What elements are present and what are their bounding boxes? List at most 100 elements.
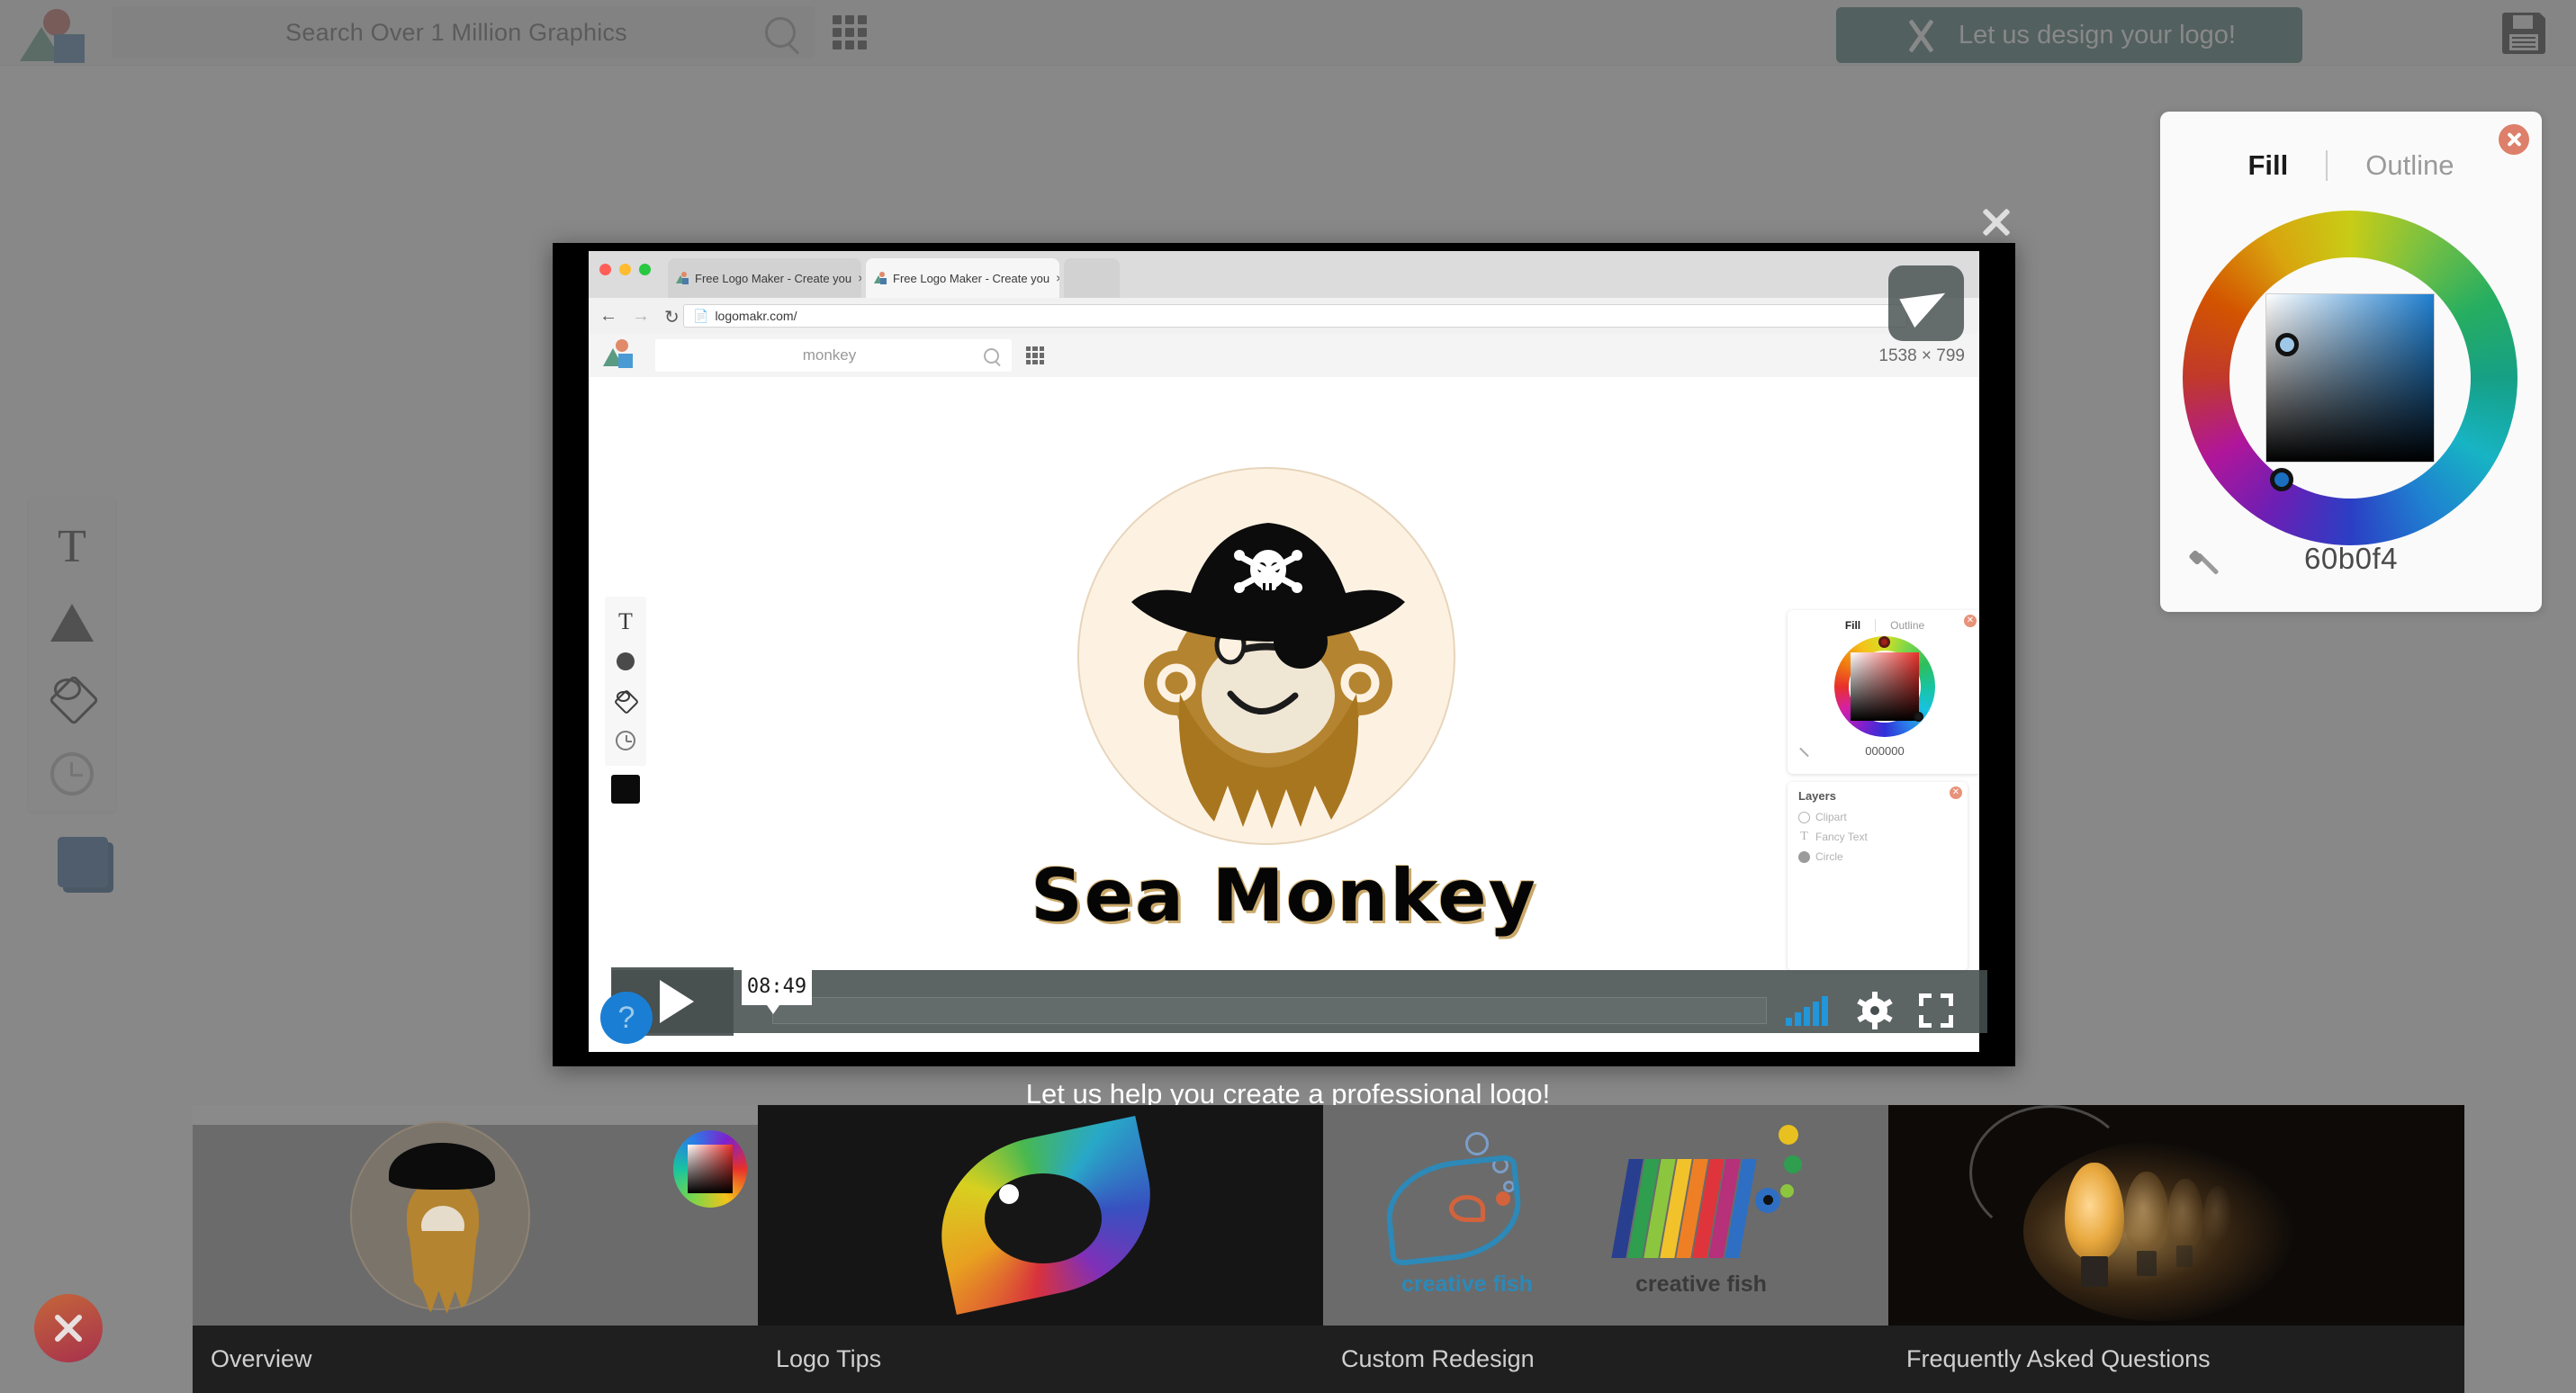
history-clock-icon [616, 731, 635, 750]
video-frame-content: Free Logo Maker - Create you × Free Logo… [589, 251, 1979, 1052]
thumbnail-label: Frequently Asked Questions [1888, 1326, 2464, 1393]
layer-label: Circle [1815, 850, 1843, 863]
circle-icon [617, 652, 635, 670]
inner-tab-fill[interactable]: Fill [1831, 619, 1875, 632]
color-wheel[interactable] [2183, 211, 2517, 545]
thumbnail-image [758, 1105, 1334, 1326]
reload-icon[interactable]: ↻ [664, 306, 680, 328]
inner-toolbar-panel: T [605, 597, 646, 766]
color-panel-tabs: Fill Outline [2160, 149, 2542, 182]
inner-left-toolbar: T [605, 597, 646, 804]
page-icon: 📄 [693, 308, 709, 323]
back-icon[interactable]: ← [599, 306, 617, 328]
browser-tab[interactable]: Free Logo Maker - Create you × [866, 258, 1059, 298]
favicon-icon [676, 272, 689, 284]
inner-search-input[interactable]: monkey [655, 339, 1012, 372]
browser-tabbar: Free Logo Maker - Create you × Free Logo… [589, 251, 1979, 298]
favicon-icon [874, 272, 887, 284]
inner-sv-handle[interactable] [1914, 712, 1923, 722]
plane-glyph [1899, 278, 1953, 328]
paper-plane-icon[interactable] [1888, 265, 1964, 341]
saturation-value-handle[interactable] [2275, 333, 2299, 356]
tab-close-icon[interactable]: × [1056, 271, 1059, 285]
canvas-dimensions-label: 1538 × 799 [1878, 346, 1965, 365]
inner-saturation-value-box[interactable] [1851, 652, 1919, 721]
thumb-logo-tips[interactable]: Logo Tips [758, 1105, 1334, 1393]
thumbnail-image [1888, 1105, 2464, 1326]
gear-icon[interactable] [1856, 992, 1894, 1029]
saturation-value-box[interactable] [2265, 293, 2435, 463]
modal-close-button[interactable] [1977, 202, 2015, 240]
play-icon [660, 980, 694, 1023]
inner-app-logo-icon[interactable] [603, 339, 635, 370]
inner-shape-tool-button[interactable] [605, 642, 646, 681]
video-thumbnail-row: Overview Logo Tips creative fish creativ… [0, 1105, 2576, 1393]
inner-text-tool-button[interactable]: T [605, 602, 646, 642]
circle-layer-icon [1798, 850, 1810, 863]
close-dot[interactable] [599, 264, 611, 275]
thumbnail-label: Logo Tips [758, 1326, 1334, 1393]
thumb-faq[interactable]: Frequently Asked Questions [1888, 1105, 2464, 1393]
thumbnail-image: creative fish creative fish [1323, 1105, 1899, 1326]
inner-search-value: monkey [802, 346, 857, 364]
layer-row[interactable]: T Fancy Text [1798, 830, 1868, 843]
layer-row[interactable]: Circle [1798, 850, 1843, 863]
fullscreen-icon[interactable] [1919, 993, 1953, 1028]
close-circle-icon[interactable]: ✕ [1964, 615, 1977, 627]
window-traffic-lights [599, 264, 651, 275]
help-question-icon[interactable]: ? [600, 992, 653, 1044]
pirate-monkey-clipart[interactable] [1079, 469, 1457, 847]
close-x-icon[interactable] [34, 1294, 103, 1362]
tab-close-icon[interactable]: × [858, 271, 861, 285]
tab-title: Free Logo Maker - Create you [893, 271, 1050, 285]
close-circle-icon[interactable] [2499, 124, 2529, 155]
inner-tab-outline[interactable]: Outline [1876, 619, 1939, 632]
thumbnail-image [193, 1105, 769, 1326]
browser-tab[interactable]: Free Logo Maker - Create you × [668, 258, 861, 298]
color-picker-panel: Fill Outline 60b0f4 [2160, 112, 2542, 612]
search-icon[interactable] [984, 347, 999, 364]
new-tab-button[interactable] [1064, 258, 1120, 298]
inner-app-header: monkey 1538 × 799 [589, 334, 1979, 377]
hex-value-field[interactable]: 60b0f4 [2160, 542, 2542, 576]
browser-urlbar: ← → ↻ 📄 logomakr.com/ [589, 298, 1979, 334]
thumb-custom-redesign[interactable]: creative fish creative fish Custom Redes… [1323, 1105, 1899, 1393]
layer-label: Clipart [1815, 811, 1847, 823]
inner-hex-value[interactable]: 000000 [1788, 744, 1979, 758]
url-text: logomakr.com/ [715, 309, 797, 323]
thumb-overview[interactable]: Overview [193, 1105, 769, 1393]
logo-text[interactable]: Sea Monkey [589, 854, 1979, 938]
thumbnail-label: Overview [193, 1326, 769, 1393]
inner-history-tool-button[interactable] [605, 721, 646, 760]
clipart-layer-icon [1798, 811, 1810, 823]
inner-layers-panel: Layers ✕ Clipart T Fancy Text Circle [1788, 782, 1968, 971]
layer-label: Fancy Text [1815, 831, 1868, 843]
video-modal: Free Logo Maker - Create you × Free Logo… [553, 243, 2015, 1066]
layers-panel-title: Layers [1798, 789, 1836, 803]
inner-hue-handle[interactable] [1878, 636, 1890, 648]
forward-icon[interactable]: → [632, 306, 650, 328]
tab-title: Free Logo Maker - Create you [695, 271, 852, 285]
hue-handle[interactable] [2270, 468, 2293, 491]
tab-fill[interactable]: Fill [2210, 149, 2326, 182]
inner-color-picker-panel: Fill Outline ✕ 000000 [1788, 610, 1979, 774]
inner-color-tabs: Fill Outline [1788, 619, 1979, 632]
logo-circle-shape[interactable] [1077, 467, 1455, 845]
maximize-dot[interactable] [639, 264, 651, 275]
inner-color-swatch-button[interactable] [611, 775, 640, 804]
minimize-dot[interactable] [619, 264, 631, 275]
text-layer-icon: T [1800, 830, 1808, 843]
close-circle-icon[interactable]: ✕ [1950, 786, 1962, 799]
tab-outline[interactable]: Outline [2328, 149, 2491, 182]
url-input[interactable]: 📄 logomakr.com/ [683, 304, 1907, 328]
grid-icon[interactable] [1026, 346, 1044, 364]
inner-canvas[interactable]: T Sea Monkey Fill Outline ✕ 000000 Layer… [589, 377, 1979, 1052]
text-T-icon: T [618, 608, 633, 634]
clipart-icon [613, 688, 640, 715]
video-progress-bar[interactable] [772, 997, 1767, 1024]
volume-bars-icon[interactable] [1786, 995, 1831, 1026]
video-timestamp: 08:49 [742, 967, 812, 1014]
layer-row[interactable]: Clipart [1798, 811, 1847, 823]
inner-clipart-tool-button[interactable] [605, 681, 646, 721]
thumbnail-label: Custom Redesign [1323, 1326, 1899, 1393]
